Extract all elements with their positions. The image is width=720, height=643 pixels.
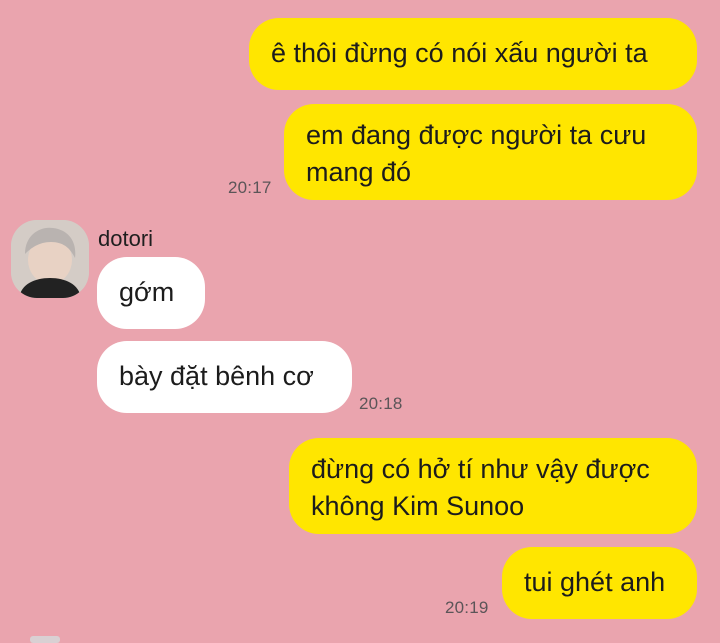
message-timestamp: 20:17 bbox=[228, 178, 272, 197]
message-text: ê thôi đừng có nói xấu người ta bbox=[271, 38, 648, 68]
message-text: gớm bbox=[119, 277, 175, 307]
outgoing-message-bubble[interactable]: tui ghét anh bbox=[502, 547, 697, 619]
message-timestamp: 20:19 bbox=[445, 598, 489, 617]
user-avatar-photo-icon bbox=[11, 220, 89, 298]
incoming-message-bubble[interactable]: bày đặt bênh cơ bbox=[97, 341, 352, 413]
outgoing-message-bubble[interactable]: em đang được người ta cưu mang đó bbox=[284, 104, 697, 200]
message-text: em đang được người ta cưu mang đó bbox=[306, 120, 647, 187]
message-text: tui ghét anh bbox=[524, 567, 666, 597]
chat-area: ê thôi đừng có nói xấu người ta em đang … bbox=[0, 0, 720, 643]
outgoing-message-bubble[interactable]: ê thôi đừng có nói xấu người ta bbox=[249, 18, 697, 90]
contact-name: dotori bbox=[98, 226, 154, 251]
next-avatar-partial bbox=[30, 636, 60, 643]
message-timestamp: 20:18 bbox=[359, 394, 403, 413]
message-text: đừng có hở tí như vậy được không Kim Sun… bbox=[311, 454, 650, 521]
message-text: bày đặt bênh cơ bbox=[119, 361, 314, 391]
outgoing-message-bubble[interactable]: đừng có hở tí như vậy được không Kim Sun… bbox=[289, 438, 697, 534]
incoming-message-bubble[interactable]: gớm bbox=[97, 257, 205, 329]
contact-avatar[interactable] bbox=[11, 220, 89, 298]
